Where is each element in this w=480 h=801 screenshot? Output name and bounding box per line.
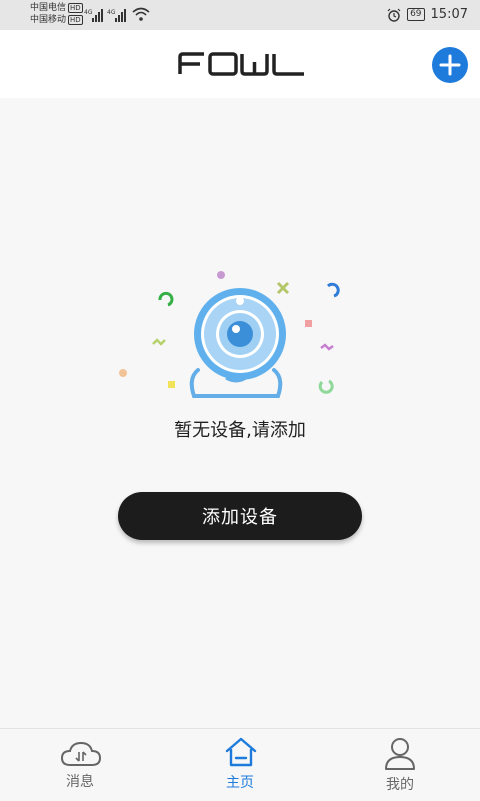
carrier-info: 中国电信 HD 中国移动 HD xyxy=(30,2,83,26)
home-icon xyxy=(225,737,257,767)
svg-text:4G: 4G xyxy=(84,9,93,16)
tab-label: 主页 xyxy=(226,775,254,791)
fowl-logo xyxy=(178,52,304,76)
add-device-icon-button[interactable] xyxy=(432,47,468,83)
empty-state-message: 暂无设备,请添加 xyxy=(174,420,306,441)
wifi-icon xyxy=(132,7,150,21)
tab-messages[interactable]: 消息 xyxy=(20,729,140,801)
svg-text:4G: 4G xyxy=(107,9,116,16)
plus-icon xyxy=(439,54,461,76)
signal-icon: 4G xyxy=(84,9,103,22)
carrier-1: 中国电信 xyxy=(30,3,67,13)
alarm-icon xyxy=(387,8,401,22)
hd-badge: HD xyxy=(68,3,83,13)
battery-indicator: 69 xyxy=(407,8,425,21)
carrier-2: 中国移动 xyxy=(30,15,67,25)
webcam-icon xyxy=(119,271,340,398)
add-device-button[interactable]: 添加设备 xyxy=(118,492,362,540)
tab-home[interactable]: 主页 xyxy=(180,729,300,801)
clock: 15:07 xyxy=(430,7,468,22)
tab-label: 消息 xyxy=(66,774,94,790)
hd-badge: HD xyxy=(68,15,83,25)
tab-profile[interactable]: 我的 xyxy=(340,729,460,801)
signal-icon: 4G xyxy=(107,9,126,22)
tab-label: 我的 xyxy=(386,777,414,793)
bottom-tab-bar: 消息 主页 我的 xyxy=(0,728,480,801)
status-bar: 中国电信 HD 中国移动 HD 4G 4G 69 15:07 xyxy=(0,0,480,30)
cloud-icon xyxy=(60,741,102,766)
user-icon xyxy=(385,738,415,770)
app-header xyxy=(0,30,480,98)
